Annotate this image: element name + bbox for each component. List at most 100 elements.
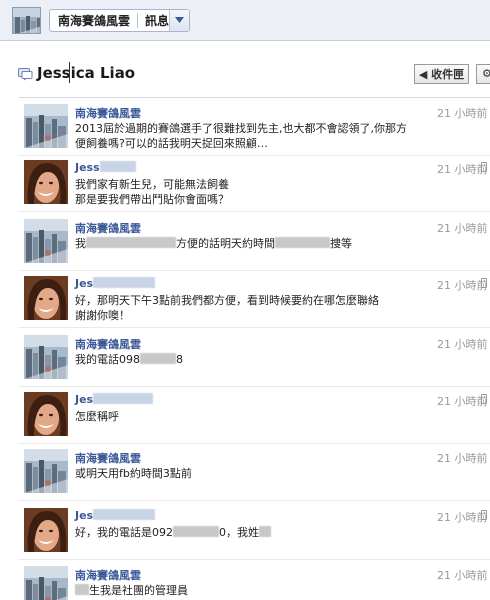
message-timestamp: 21 小時前	[437, 279, 488, 292]
message-row[interactable]: 南海賽鴿風雲或明天用fb約時間3點前 21 小時前	[19, 448, 490, 504]
message-timestamp: 21 小時前	[437, 395, 488, 408]
sender-name[interactable]: Jes	[75, 277, 156, 290]
sender-name[interactable]: 南海賽鴿風雲	[75, 336, 141, 352]
message-row[interactable]: 南海賽鴿風雲 2013屆於過期的賽鴿選手了很難找到先主,也大都不會認領了,你那方便…	[19, 103, 490, 159]
sender-name-text: Jess	[75, 161, 100, 174]
redacted-text	[140, 353, 176, 364]
row-divider	[19, 155, 490, 156]
message-text: 怎麼稱呼	[75, 410, 119, 423]
message-body: 好，那明天下午3點前我們都方便，看到時候要約在哪怎麼聯絡 謝謝你噢！	[75, 293, 415, 323]
header-divider	[19, 97, 490, 98]
message-body: 我們家有新生兒，可能無法飼養 那是要我們帶出鬥貼你會面嗎？	[75, 177, 415, 207]
sender-name-text: 南海賽鴿風雲	[75, 338, 141, 351]
message-body: 我 方便的話明天約時間 捜等	[75, 236, 415, 251]
sender-name[interactable]: Jess	[75, 161, 136, 174]
page-avatar-image[interactable]	[24, 449, 68, 493]
redacted-text	[99, 161, 136, 172]
message-text: 0，我姓	[219, 526, 259, 539]
page-avatar-image[interactable]	[24, 104, 68, 148]
redacted-text	[86, 237, 176, 248]
mobile-icon	[481, 510, 487, 520]
message-timestamp: 21 小時前	[437, 107, 488, 120]
page-avatar[interactable]	[12, 7, 41, 34]
sender-name[interactable]: 南海賽鴿風雲	[75, 220, 141, 236]
user-avatar-image[interactable]	[24, 160, 68, 204]
mobile-icon	[481, 394, 487, 404]
message-text: 捜等	[330, 237, 352, 250]
message-text: 2013屆於過期的賽鴿選手了很難找到先主,也大都不會認領了,你那方便飼養嗎?可以…	[75, 122, 407, 150]
user-avatar-image[interactable]	[24, 392, 68, 436]
message-timestamp: 21 小時前	[437, 452, 488, 465]
sender-name-text: Jes	[75, 393, 94, 406]
message-body: 生我是社團的管理員	[75, 583, 415, 598]
top-bar: 南海賽鴿風雲 訊息	[0, 0, 490, 41]
sender-name-text: 南海賽鴿風雲	[75, 222, 141, 235]
message-text: 生我是社團的管理員	[89, 584, 188, 597]
redacted-text	[275, 237, 330, 248]
message-text: 那是要我們帶出鬥貼你會面嗎？	[75, 193, 229, 206]
message-row[interactable]: Jes 怎麼稱呼 21 小時前	[19, 391, 490, 447]
row-divider	[19, 211, 490, 212]
page-switcher-dropdown[interactable]: 南海賽鴿風雲 訊息	[49, 9, 190, 32]
message-body: 怎麼稱呼	[75, 409, 415, 424]
text-cursor	[69, 62, 70, 83]
sender-name-text: 南海賽鴿風雲	[75, 569, 141, 582]
page-avatar-image[interactable]	[24, 335, 68, 379]
message-timestamp: 21 小時前	[437, 569, 488, 582]
redacted-text	[93, 277, 156, 288]
switcher-divider	[137, 13, 139, 28]
sender-name[interactable]: Jes	[75, 509, 156, 522]
message-body: 或明天用fb約時間3點前	[75, 466, 415, 481]
user-avatar-image[interactable]	[24, 276, 68, 320]
page-avatar-image[interactable]	[24, 566, 68, 600]
row-divider	[19, 500, 490, 501]
message-timestamp: 21 小時前	[437, 163, 488, 176]
message-text: 好，我的電話是092	[75, 526, 173, 539]
redacted-text	[75, 584, 89, 595]
row-divider	[19, 559, 490, 560]
message-row[interactable]: Jes 好，我的電話是092 0，我姓 21 小時前	[19, 507, 490, 563]
message-timestamp: 21 小時前	[437, 222, 488, 235]
message-body: 2013屆於過期的賽鴿選手了很難找到先主,也大都不會認領了,你那方便飼養嗎?可以…	[75, 121, 415, 151]
chevron-down-icon[interactable]	[169, 10, 189, 31]
message-row[interactable]: 南海賽鴿風雲生我是社團的管理員 21 小時前	[19, 565, 490, 600]
thread-title: Jessica Liao	[37, 64, 136, 82]
sender-name-text: 南海賽鴿風雲	[75, 107, 141, 120]
message-text: 8	[176, 353, 183, 366]
redacted-text	[93, 509, 156, 520]
back-to-inbox-button[interactable]: ◀ 收件匣	[414, 64, 469, 84]
sender-name-text: Jes	[75, 277, 94, 290]
user-avatar-image[interactable]	[24, 508, 68, 552]
message-row[interactable]: 南海賽鴿風雲 我的電話098 8 21 小時前	[19, 334, 490, 390]
redacted-text	[259, 526, 271, 537]
message-body: 好，我的電話是092 0，我姓	[75, 525, 415, 540]
gear-icon[interactable]: ⚙	[476, 64, 490, 84]
row-divider	[19, 327, 490, 328]
message-timestamp: 21 小時前	[437, 338, 488, 351]
message-text: 或明天用fb約時間3點前	[75, 467, 192, 480]
message-bubble-icon	[18, 68, 33, 84]
mobile-icon	[481, 162, 487, 172]
page-name: 南海賽鴿風雲	[58, 14, 131, 28]
sender-name[interactable]: 南海賽鴿風雲	[75, 105, 141, 121]
message-timestamp: 21 小時前	[437, 511, 488, 524]
message-row[interactable]: Jess 我們家有新生兒，可能無法飼養 那是要我們帶出鬥貼你會面嗎？ 21 小時前	[19, 159, 490, 215]
message-text: 我	[75, 237, 86, 250]
page-avatar-image[interactable]	[24, 219, 68, 263]
row-divider	[19, 386, 490, 387]
redacted-text	[93, 393, 154, 404]
message-text: 方便的話明天約時間	[176, 237, 275, 250]
row-divider	[19, 443, 490, 444]
message-row[interactable]: Jes 好，那明天下午3點前我們都方便，看到時候要約在哪怎麼聯絡 謝謝你噢！ 21 小…	[19, 275, 490, 331]
sender-name[interactable]: 南海賽鴿風雲	[75, 567, 141, 583]
message-row[interactable]: 南海賽鴿風雲我 方便的話明天約時間 捜等 21 小時前	[19, 218, 490, 274]
redacted-text	[173, 526, 219, 537]
message-text: 我的電話098	[75, 353, 140, 366]
sender-name[interactable]: 南海賽鴿風雲	[75, 450, 141, 466]
message-text: 謝謝你噢！	[75, 309, 130, 322]
sender-name[interactable]: Jes	[75, 393, 154, 406]
message-text: 我們家有新生兒，可能無法飼養	[75, 178, 229, 191]
mobile-icon	[481, 278, 487, 288]
mode-label: 訊息	[145, 14, 170, 28]
sender-name-text: 南海賽鴿風雲	[75, 452, 141, 465]
